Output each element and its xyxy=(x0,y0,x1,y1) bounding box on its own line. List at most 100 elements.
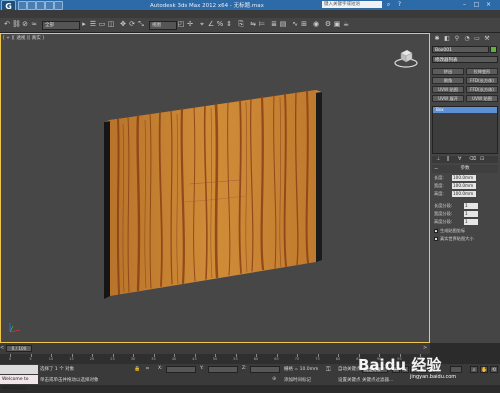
length-segs-field[interactable]: 1 xyxy=(464,203,478,209)
prev-frame-icon[interactable]: < xyxy=(0,345,4,351)
hierarchy-tab-icon[interactable]: ⚲ xyxy=(453,35,461,43)
height-segs-label: 高度分段: xyxy=(434,219,453,224)
remove-modifier-icon[interactable]: ⌫ xyxy=(469,156,476,162)
bind-warp-icon[interactable]: ≈ xyxy=(30,20,38,29)
next-frame-icon[interactable]: > xyxy=(423,345,427,351)
link-icon[interactable]: ⛓ xyxy=(12,20,21,29)
modifier-button-7[interactable]: UVW 展开 xyxy=(432,95,464,102)
named-selection-icon[interactable]: ⎘ xyxy=(237,20,245,29)
spinner-snap-icon[interactable]: ⇕ xyxy=(225,20,233,29)
modifier-button-5[interactable]: UVW 贴图 xyxy=(432,86,464,93)
window-crossing-icon[interactable]: ◫ xyxy=(107,20,115,29)
box-side-face-right[interactable] xyxy=(316,90,322,262)
open-file-icon[interactable] xyxy=(27,1,36,10)
selection-filter-dropdown[interactable]: 全部 xyxy=(42,21,80,30)
angle-snap-icon[interactable]: ∠ xyxy=(207,20,215,29)
parameters-rollout-header[interactable]: 参数 xyxy=(432,165,498,173)
modifier-button-8[interactable]: UVW 贴图 xyxy=(466,95,498,102)
rotate-icon[interactable]: ⟳ xyxy=(128,20,136,29)
track-tick-label: 70 xyxy=(294,357,300,361)
y-coord-field[interactable] xyxy=(208,366,238,373)
width-label: 宽度: xyxy=(434,183,444,188)
rollout-minus-icon[interactable]: − xyxy=(434,165,438,173)
new-file-icon[interactable] xyxy=(18,1,27,10)
rect-selection-icon[interactable]: ▭ xyxy=(98,20,106,29)
redo-icon[interactable] xyxy=(54,1,63,10)
maxscript-listener-top[interactable] xyxy=(0,365,38,374)
real-world-map-checkbox[interactable] xyxy=(434,237,438,241)
make-unique-icon[interactable]: ∀ xyxy=(458,156,461,162)
align-icon[interactable]: ⊨ xyxy=(258,20,266,29)
real-world-map-label: 真实世界贴图大小 xyxy=(440,236,474,241)
move-icon[interactable]: ✥ xyxy=(119,20,127,29)
utilities-tab-icon[interactable]: ⚒ xyxy=(483,35,491,43)
time-tag-icon[interactable]: ⊕ xyxy=(272,376,276,382)
key-icon[interactable]: ⚿ xyxy=(326,366,331,374)
height-field[interactable]: 100.0mm xyxy=(452,191,476,197)
configure-sets-icon[interactable]: ⊡ xyxy=(480,156,484,162)
show-end-result-icon[interactable]: ǁ xyxy=(447,156,449,162)
modifier-button-3[interactable]: 倒角 xyxy=(432,77,464,84)
width-segs-field[interactable]: 1 xyxy=(464,211,478,217)
modifier-button-6[interactable]: FFD(长方体) xyxy=(466,86,498,93)
modifier-button-1[interactable]: 挤出 xyxy=(432,68,464,75)
save-icon[interactable] xyxy=(36,1,45,10)
curve-editor-icon[interactable]: ∿ xyxy=(291,20,299,29)
rendered-frame-icon[interactable]: ▣ xyxy=(333,20,341,29)
maxscript-listener[interactable]: Welcome to MAXScript. xyxy=(0,375,38,391)
undo-toolbar-icon[interactable]: ↶ xyxy=(3,20,11,29)
snap-toggle-icon[interactable]: ⌖ xyxy=(198,20,206,29)
box-side-face[interactable] xyxy=(104,120,110,299)
x-coord-field[interactable] xyxy=(166,366,196,373)
render-setup-icon[interactable]: ⚙ xyxy=(324,20,332,29)
track-tick-label: 15 xyxy=(69,357,74,361)
search-input[interactable]: 键入关键字或短语 xyxy=(322,1,382,8)
search-icon[interactable]: ⌕ xyxy=(384,1,393,8)
pin-stack-icon[interactable]: ⊥ xyxy=(436,156,440,162)
layer-manager-icon[interactable]: ≣ xyxy=(270,20,278,29)
help-icon[interactable]: ? xyxy=(395,1,404,8)
add-time-tag[interactable]: 添加时间标记 xyxy=(284,377,311,383)
schematic-view-icon[interactable]: ⊞ xyxy=(300,20,308,29)
modifier-button-2[interactable]: 拉伸变形 xyxy=(466,68,498,75)
track-tick-label: 20 xyxy=(89,357,95,361)
reference-coordinate-dropdown[interactable]: 视图 xyxy=(149,21,177,30)
mirror-icon[interactable]: ⇋ xyxy=(249,20,257,29)
modifier-stack-item[interactable]: Box xyxy=(433,107,497,113)
display-tab-icon[interactable]: ▭ xyxy=(473,35,481,43)
modifier-list-dropdown[interactable]: 修改器列表 xyxy=(432,56,498,63)
select-manipulate-icon[interactable]: ✢ xyxy=(186,20,194,29)
graphite-icon[interactable]: ▤ xyxy=(279,20,287,29)
minimize-icon[interactable]: – xyxy=(460,1,469,8)
time-slider-thumb[interactable]: 0 / 100 xyxy=(6,345,32,352)
scale-icon[interactable]: ⤡ xyxy=(137,20,145,29)
z-label: Z: xyxy=(242,366,247,371)
width-field[interactable]: 100.0mm xyxy=(452,183,476,189)
close-icon[interactable]: × xyxy=(484,1,493,8)
maximize-icon[interactable]: □ xyxy=(472,1,481,8)
time-slider-track[interactable] xyxy=(0,343,430,354)
modifier-stack[interactable] xyxy=(432,106,498,154)
undo-icon[interactable] xyxy=(45,1,54,10)
render-icon[interactable]: ☕ xyxy=(342,20,350,29)
select-object-icon[interactable]: ▸ xyxy=(80,20,88,29)
modify-tab-icon[interactable]: ◧ xyxy=(443,35,451,43)
create-tab-icon[interactable]: ✱ xyxy=(433,35,441,43)
modifier-button-4[interactable]: FFD(长方体) xyxy=(466,77,498,84)
percent-snap-icon[interactable]: % xyxy=(216,20,224,29)
z-coord-field[interactable] xyxy=(250,366,280,373)
selection-lock-icon[interactable]: 🔒 xyxy=(134,366,140,372)
track-tick-label: 35 xyxy=(151,357,156,361)
material-editor-icon[interactable]: ◉ xyxy=(312,20,320,29)
object-name-field[interactable]: Box001 xyxy=(432,46,489,53)
track-tick-label: 25 xyxy=(110,357,115,361)
length-field[interactable]: 100.0mm xyxy=(452,175,476,181)
absolute-mode-icon[interactable]: ⌗ xyxy=(146,366,149,372)
unlink-icon[interactable]: ⊘ xyxy=(21,20,29,29)
motion-tab-icon[interactable]: ◔ xyxy=(463,35,471,43)
object-color-swatch[interactable] xyxy=(490,46,497,53)
pivot-icon[interactable]: ◰ xyxy=(177,20,185,29)
checkmark-icon: ✓ xyxy=(435,227,440,233)
select-by-name-icon[interactable]: ☰ xyxy=(89,20,97,29)
height-segs-field[interactable]: 1 xyxy=(464,219,478,225)
